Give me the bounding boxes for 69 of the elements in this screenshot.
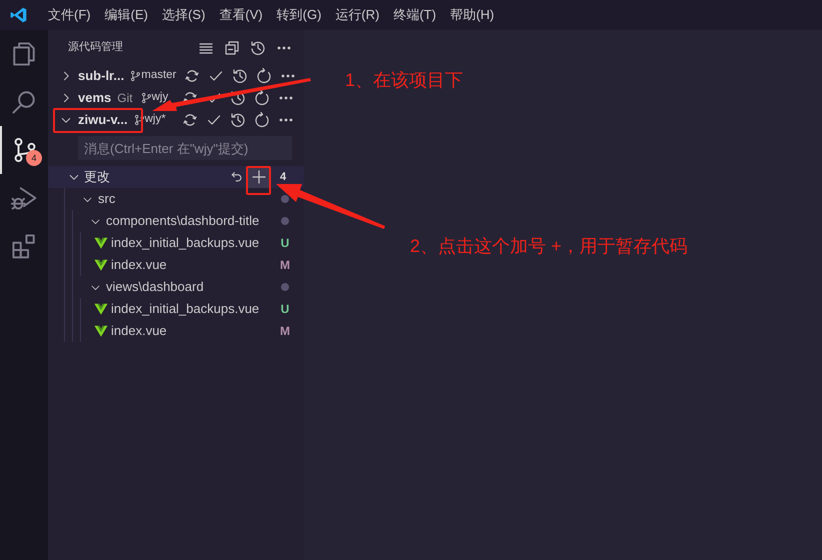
file-name: index.vue (111, 322, 168, 340)
menu-item[interactable]: 转到(G) (270, 0, 328, 30)
menu-item[interactable]: 运行(R) (328, 0, 386, 30)
branch-button[interactable]: wjy (140, 89, 168, 107)
file-name: index_initial_backups.vue (111, 234, 260, 252)
modified-dot (281, 195, 289, 203)
file-status: M (279, 257, 291, 274)
modified-dot (281, 283, 289, 291)
count-badge: 4 (26, 150, 42, 166)
repository-name: sub-lr... (78, 67, 124, 86)
provider-label: Git (117, 90, 133, 107)
file-row[interactable]: index.vue M (48, 320, 304, 342)
file-row[interactable]: index.vue M (48, 254, 304, 276)
branch-icon (140, 92, 152, 104)
menu-item[interactable]: 帮助(H) (443, 0, 502, 30)
folder-name: src (98, 190, 116, 208)
vue-file-icon (94, 236, 108, 250)
changes-header[interactable]: 更改 4 (48, 166, 304, 188)
source-control-icon[interactable] (12, 137, 38, 163)
menu-item[interactable]: 文件(F) (41, 0, 98, 30)
refresh-icon[interactable] (254, 112, 270, 128)
folder-row[interactable]: components\dashbord-title (48, 210, 304, 232)
sync-icon[interactable] (184, 68, 200, 84)
folder-name: views\dashboard (106, 278, 205, 296)
branch-icon (134, 114, 145, 126)
history-icon[interactable] (250, 40, 266, 56)
file-row[interactable]: index_initial_backups.vue U (48, 298, 304, 320)
repository-name: vems (78, 89, 112, 108)
annotation-text: 2、点击这个加号 +，用于暂存代码 (410, 235, 688, 258)
refresh-icon[interactable] (254, 90, 270, 106)
panel-title: 源代码管理 (68, 40, 124, 56)
folder-row[interactable]: views\dashboard (48, 276, 304, 298)
menu-item[interactable]: 查看(V) (212, 0, 270, 30)
file-status: M (279, 323, 291, 340)
branch-button[interactable]: wjy* (134, 111, 166, 129)
repository-row[interactable]: ziwu-v... wjy* (48, 109, 304, 131)
file-row[interactable]: index_initial_backups.vue U (48, 232, 304, 254)
menu-item[interactable]: 编辑(E) (98, 0, 155, 30)
changes-label: 更改 (84, 168, 111, 186)
refresh-icon[interactable] (256, 68, 272, 84)
repository-name: ziwu-v... (78, 111, 128, 130)
file-name: index_initial_backups.vue (111, 300, 260, 318)
folder-name: components\dashbord-title (106, 212, 260, 230)
file-status: U (280, 301, 290, 318)
history-icon[interactable] (230, 112, 246, 128)
branch-icon (130, 70, 142, 82)
file-status: U (280, 235, 290, 252)
menu-item[interactable]: 终端(T) (386, 0, 444, 30)
run-debug-icon[interactable] (11, 185, 37, 211)
search-icon[interactable] (11, 89, 37, 115)
annotation-text: 1、在该项目下 (345, 69, 464, 92)
branch-button[interactable]: master (130, 67, 176, 85)
vue-file-icon (94, 324, 108, 338)
vue-file-icon (94, 258, 108, 272)
repository-row[interactable]: sub-lr... master (48, 65, 304, 87)
repository-row[interactable]: vems Git wjy (48, 87, 304, 109)
extensions-icon[interactable] (11, 233, 37, 259)
history-icon[interactable] (232, 68, 248, 84)
vue-file-icon (94, 302, 108, 316)
menu-item[interactable]: 选择(S) (154, 0, 212, 30)
file-name: index.vue (111, 256, 168, 274)
highlight-box (246, 166, 271, 195)
files-icon[interactable] (11, 41, 37, 67)
change-count: 4 (278, 170, 288, 185)
modified-dot (281, 217, 289, 225)
undo-icon[interactable] (230, 170, 244, 184)
collapse-all-icon[interactable] (224, 40, 240, 56)
commit-message-field[interactable]: 消息(Ctrl+Enter 在"wjy"提交) (78, 136, 292, 160)
sync-icon[interactable] (182, 112, 198, 128)
